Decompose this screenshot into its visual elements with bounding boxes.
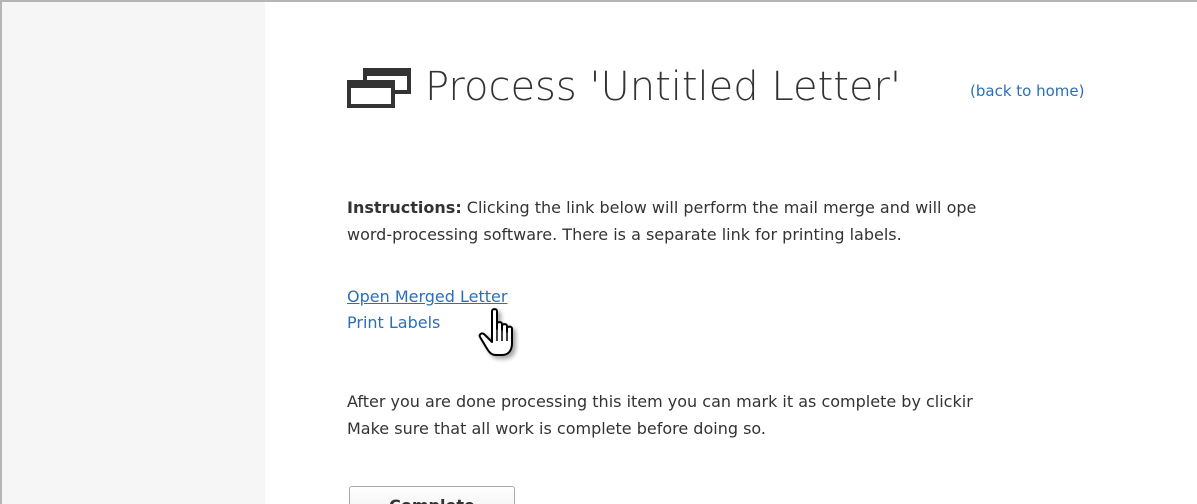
instructions-line-1: Instructions: Clicking the link below wi… [347, 194, 976, 221]
print-labels-link[interactable]: Print Labels [347, 310, 507, 336]
after-line-1: After you are done processing this item … [347, 392, 973, 411]
app-frame: Process 'Untitled Letter' (back to home)… [0, 0, 1197, 504]
back-to-home-link-text[interactable]: (back to home) [970, 82, 1084, 100]
after-paragraph: After you are done processing this item … [347, 388, 973, 442]
complete-button[interactable]: Complete [349, 486, 515, 504]
instructions-paragraph: Instructions: Clicking the link below wi… [347, 194, 976, 248]
windows-icon [347, 68, 411, 108]
open-merged-letter-link[interactable]: Open Merged Letter [347, 284, 507, 310]
sidebar [2, 2, 265, 504]
action-links: Open Merged Letter Print Labels [347, 284, 507, 336]
instructions-text-1: Clicking the link below will perform the… [461, 198, 977, 217]
after-line-2: Make sure that all work is complete befo… [347, 419, 766, 438]
back-to-home-link[interactable]: (back to home) [970, 82, 1084, 100]
instructions-line-2: word-processing software. There is a sep… [347, 225, 902, 244]
main-content: Process 'Untitled Letter' (back to home)… [345, 2, 1197, 504]
page-title: Process 'Untitled Letter' [425, 64, 901, 110]
instructions-label: Instructions: [347, 198, 462, 217]
